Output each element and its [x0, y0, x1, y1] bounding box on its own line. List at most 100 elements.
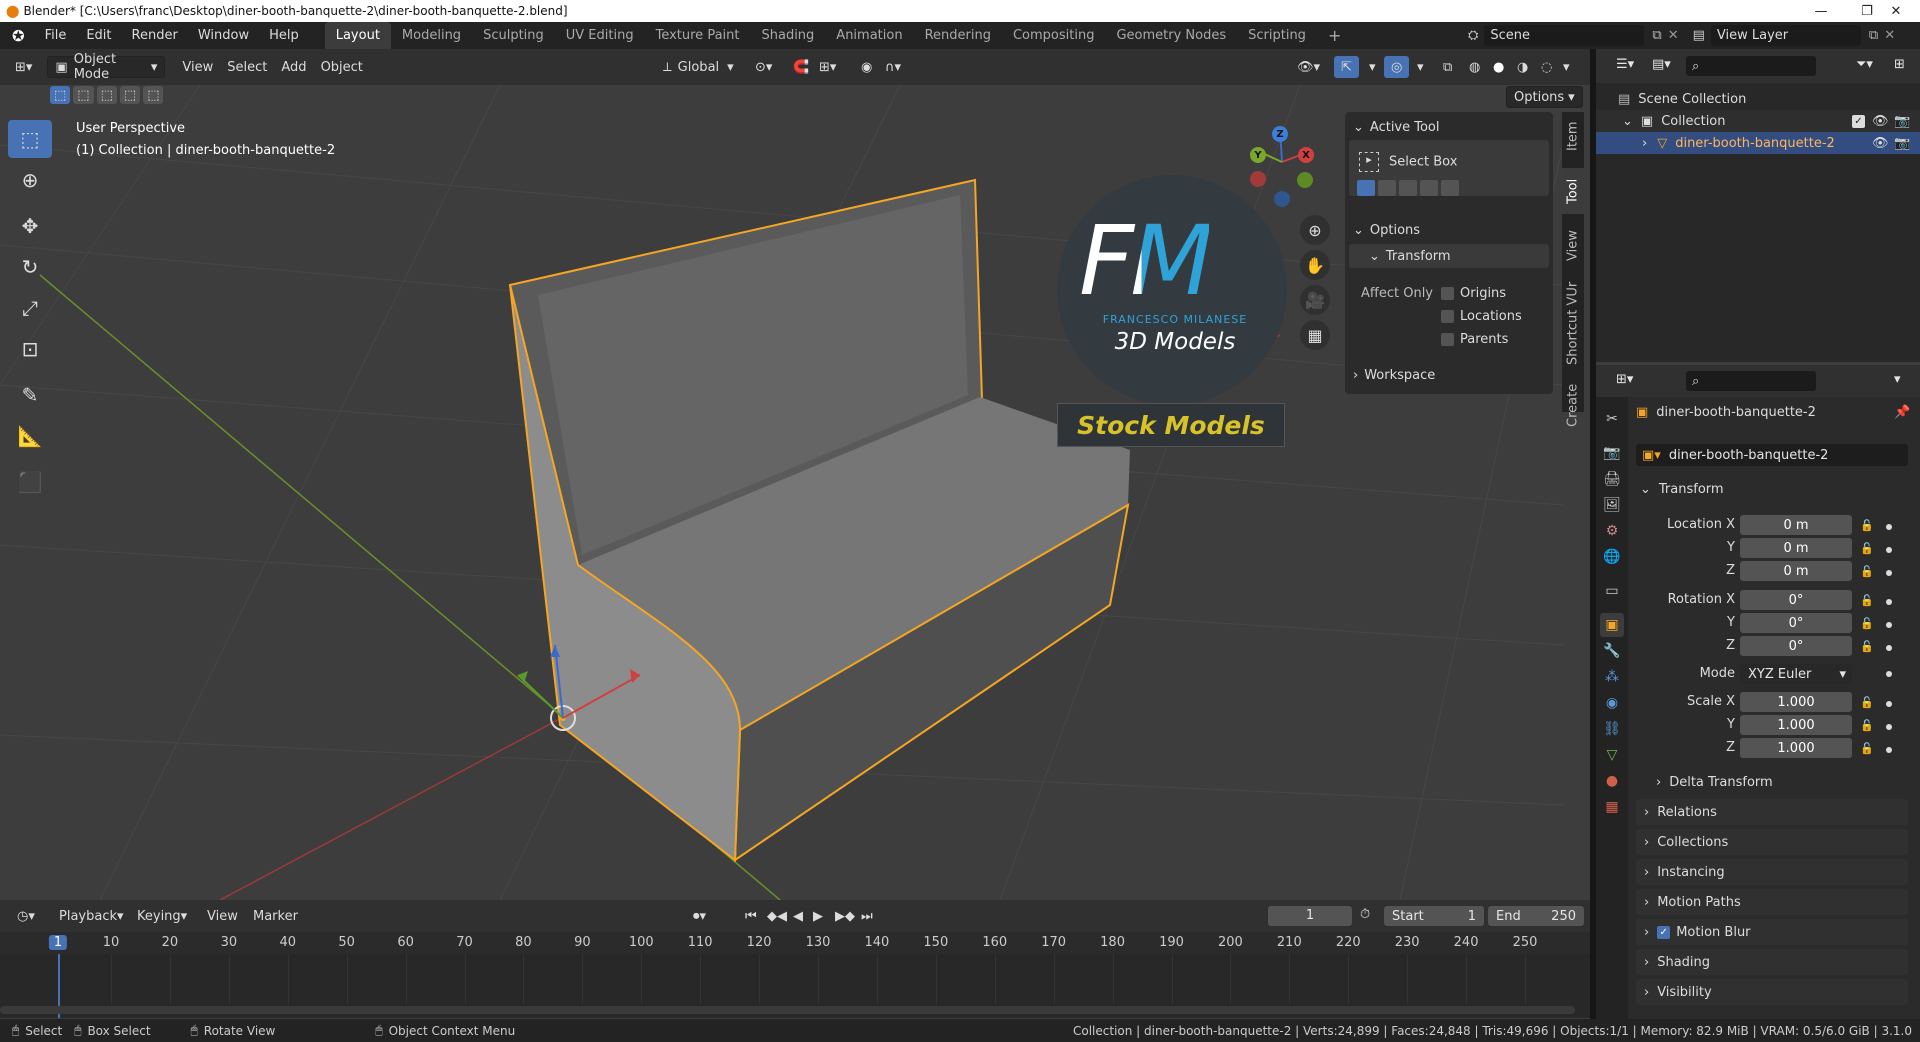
options-dropdown[interactable]: Options ▾ — [1506, 86, 1583, 108]
location-x-field[interactable]: 0 m — [1740, 515, 1852, 535]
shading-section[interactable]: › Shading — [1636, 949, 1908, 975]
menu-keying[interactable]: Keying ▾ — [130, 905, 194, 927]
annotate-tool-icon[interactable]: ✎ — [8, 376, 52, 414]
lock-icon[interactable]: 🔓 — [1860, 617, 1876, 633]
tool-mode-invert-icon[interactable] — [1420, 180, 1438, 196]
menu-select[interactable]: Select — [220, 56, 274, 78]
scene-new-icon[interactable]: ⧉ — [1652, 28, 1661, 43]
menu-object[interactable]: Object — [314, 56, 370, 78]
tab-rendering[interactable]: Rendering — [914, 22, 1002, 49]
material-properties-icon[interactable]: ● — [1600, 769, 1624, 793]
collections-section[interactable]: › Collections — [1636, 829, 1908, 855]
data-properties-icon[interactable]: ▽ — [1600, 743, 1624, 767]
camera-view-icon[interactable]: 🎥 — [1300, 285, 1330, 315]
scene-icon[interactable]: ⛭ — [1468, 28, 1478, 43]
keyframe-dot-icon[interactable] — [1886, 724, 1892, 730]
gizmo-toggle-icon[interactable]: ⇱ — [1334, 56, 1359, 78]
minimize-button[interactable]: — — [1798, 0, 1844, 22]
lock-icon[interactable]: 🔓 — [1860, 640, 1876, 656]
motion-paths-section[interactable]: › Motion Paths — [1636, 889, 1908, 915]
keyframe-dot-icon[interactable] — [1886, 622, 1892, 628]
view-layer-icon[interactable]: ▤ — [1693, 28, 1705, 43]
gizmo-z-icon[interactable]: Z — [1272, 126, 1288, 142]
properties-editor-icon[interactable]: ⊞▾ — [1616, 372, 1633, 387]
menu-window[interactable]: Window — [188, 22, 259, 49]
transform-tool-icon[interactable]: ⊡ — [8, 330, 52, 368]
collection-render-icon[interactable]: 📷 — [1894, 114, 1910, 129]
object-name-field[interactable]: ▣▾ diner-booth-banquette-2 — [1636, 444, 1908, 466]
tab-layout[interactable]: Layout — [324, 22, 391, 49]
shading-dropdown-icon[interactable]: ▾ — [1556, 56, 1577, 78]
end-frame-field[interactable]: End 250 — [1488, 906, 1584, 926]
tab-sculpting[interactable]: Sculpting — [472, 22, 555, 49]
lock-icon[interactable]: 🔓 — [1860, 519, 1876, 535]
gizmo-dropdown-icon[interactable]: ▾ — [1362, 56, 1383, 78]
blender-menu-icon[interactable]: ✪ — [0, 27, 35, 45]
tool-mode-extend-icon[interactable] — [1378, 180, 1396, 196]
locations-checkbox[interactable]: Locations — [1441, 309, 1522, 324]
zoom-icon[interactable]: ⊕ — [1300, 215, 1330, 245]
ortho-grid-icon[interactable]: ▦ — [1300, 320, 1330, 350]
timeline-area[interactable]: 1 10 20 30 40 50 60 70 80 90 100 110 120 130 140 150 160… — [0, 932, 1590, 1018]
mode-dropdown[interactable]: ▣ Object Mode ▾ — [47, 52, 166, 82]
texture-properties-icon[interactable]: ▦ — [1600, 795, 1624, 819]
overlay-dropdown-icon[interactable]: ▾ — [1410, 56, 1431, 78]
visibility-section[interactable]: › Visibility — [1636, 979, 1908, 1005]
wireframe-shading-icon[interactable]: ◍ — [1462, 56, 1487, 78]
object-visibility-icon[interactable]: 👁 — [1872, 136, 1889, 151]
menu-edit[interactable]: Edit — [76, 22, 121, 49]
view-layer-new-icon[interactable]: ⧉ — [1869, 28, 1878, 43]
close-button[interactable]: ✕ — [1872, 0, 1920, 22]
scene-close-icon[interactable]: ✕ — [1668, 28, 1679, 43]
tab-animation[interactable]: Animation — [825, 22, 913, 49]
tab-view[interactable]: View — [1562, 222, 1584, 270]
active-tool-select-box[interactable]: ▸ Select Box — [1359, 152, 1457, 172]
location-y-field[interactable]: 0 m — [1740, 538, 1852, 558]
keyframe-dot-icon[interactable] — [1886, 747, 1892, 753]
modifier-properties-icon[interactable]: 🔧 — [1600, 639, 1624, 663]
preview-range-icon[interactable]: ⏱ — [1360, 907, 1370, 922]
rotate-tool-icon[interactable]: ↻ — [8, 248, 52, 286]
timeline-editor-icon[interactable]: ◷▾ — [10, 905, 42, 927]
menu-marker[interactable]: Marker — [246, 905, 305, 927]
instancing-section[interactable]: › Instancing — [1636, 859, 1908, 885]
particles-properties-icon[interactable]: ⁂ — [1600, 665, 1624, 689]
falloff-icon[interactable]: ∩▾ — [878, 56, 908, 78]
xray-icon[interactable]: ⧉ — [1436, 56, 1459, 78]
transform-collapse-icon[interactable]: ⌄ — [1369, 249, 1380, 264]
keyframe-dot-icon[interactable] — [1886, 599, 1892, 605]
material-shading-icon[interactable]: ◑ — [1510, 56, 1535, 78]
scale-tool-icon[interactable]: ⤢ — [8, 289, 52, 327]
new-collection-icon[interactable]: ⊞ — [1894, 57, 1905, 72]
3d-viewport[interactable]: User Perspective (1) Collection | diner-… — [0, 85, 1563, 900]
menu-timeline-view[interactable]: View — [200, 905, 245, 927]
tab-texture-paint[interactable]: Texture Paint — [645, 22, 751, 49]
tool-mode-subtract-icon[interactable] — [1399, 180, 1417, 196]
rotation-x-field[interactable]: 0° — [1740, 590, 1852, 610]
delta-transform-section[interactable]: › Delta Transform — [1656, 775, 1773, 790]
tab-create[interactable]: Create — [1562, 376, 1584, 434]
menu-playback[interactable]: Playback ▾ — [52, 905, 131, 927]
filter-icon[interactable]: ⏷▾ — [1856, 57, 1873, 72]
constraints-properties-icon[interactable]: ⛓ — [1600, 717, 1624, 741]
rotation-mode-dropdown[interactable]: XYZ Euler ▾ — [1740, 664, 1852, 684]
lock-icon[interactable]: 🔓 — [1860, 696, 1876, 712]
gizmo-x-icon[interactable]: X — [1298, 147, 1314, 163]
collection-checkbox-icon[interactable]: ✓ — [1852, 114, 1865, 128]
scale-y-field[interactable]: 1.000 — [1740, 715, 1852, 735]
scale-z-field[interactable]: 1.000 — [1740, 738, 1852, 758]
tab-uv-editing[interactable]: UV Editing — [555, 22, 645, 49]
transform-orientation-dropdown[interactable]: ⟂ Global ▾ — [656, 56, 741, 78]
outliner-scene-collection[interactable]: ▤ Scene Collection — [1596, 88, 1920, 110]
keyframe-dot-icon[interactable] — [1886, 701, 1892, 707]
keyframe-dot-icon[interactable] — [1886, 645, 1892, 651]
select-box-tool-icon[interactable]: ⬚ — [8, 120, 52, 158]
scale-x-field[interactable]: 1.000 — [1740, 692, 1852, 712]
select-subtract-icon[interactable]: ⬚ — [96, 86, 117, 104]
tab-scripting[interactable]: Scripting — [1237, 22, 1317, 49]
parents-checkbox[interactable]: Parents — [1441, 332, 1508, 347]
outliner-editor-icon[interactable]: ☰▾ — [1616, 57, 1634, 72]
object-data-dropdown-icon[interactable]: ▣▾ — [1642, 448, 1661, 463]
output-properties-icon[interactable]: 🖨 — [1600, 467, 1624, 491]
object-properties-icon[interactable]: ▣ — [1600, 613, 1624, 637]
